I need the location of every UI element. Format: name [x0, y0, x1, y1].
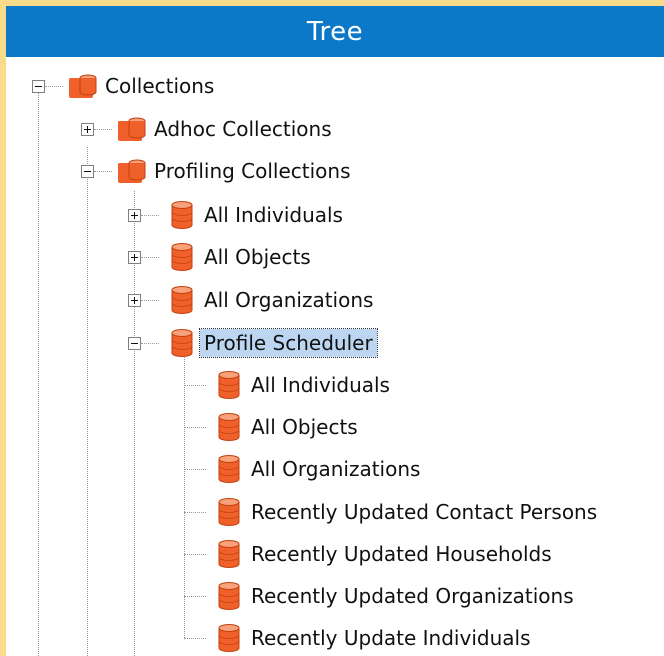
tree-node-all-individuals[interactable]: All Individuals [164, 198, 347, 232]
expand-toggle-all-organizations[interactable] [128, 294, 141, 307]
database-icon [164, 198, 200, 232]
tree-node-scheduler-all-organizations[interactable]: All Organizations [211, 452, 424, 486]
tree-connector [184, 638, 206, 639]
tree-node-collections[interactable]: Collections [65, 69, 218, 103]
tree-node-profiling-collections[interactable]: Profiling Collections [114, 154, 355, 188]
database-icon [211, 368, 247, 402]
database-icon [211, 537, 247, 571]
tree-node-label[interactable]: All Objects [247, 413, 362, 441]
tree-node-scheduler-all-objects[interactable]: All Objects [211, 410, 362, 444]
tree-connector [184, 385, 206, 386]
collapse-toggle-collections[interactable] [32, 80, 45, 93]
tree-node-profile-scheduler[interactable]: Profile Scheduler [164, 326, 378, 360]
tree-node-label[interactable]: Recently Update Individuals [247, 624, 534, 652]
folder-database-icon [114, 112, 150, 146]
tree-node-recently-updated-households[interactable]: Recently Updated Households [211, 537, 556, 571]
collapse-toggle-profiling-collections[interactable] [81, 165, 94, 178]
folder-database-icon [65, 69, 101, 103]
tree-connector [141, 257, 159, 258]
tree-node-all-objects[interactable]: All Objects [164, 240, 315, 274]
tree-node-label[interactable]: All Individuals [200, 201, 347, 229]
tree-node-adhoc-collections[interactable]: Adhoc Collections [114, 112, 336, 146]
expand-toggle-all-individuals[interactable] [128, 209, 141, 222]
tree-node-recently-updated-organizations[interactable]: Recently Updated Organizations [211, 579, 578, 613]
database-icon [164, 326, 200, 360]
database-icon [211, 410, 247, 444]
tree-connector [184, 427, 206, 428]
tree-node-all-organizations[interactable]: All Organizations [164, 283, 377, 317]
tree-node-label[interactable]: All Organizations [247, 455, 424, 483]
expand-toggle-all-objects[interactable] [128, 251, 141, 264]
database-icon [164, 240, 200, 274]
tree-node-label[interactable]: Profiling Collections [150, 157, 355, 185]
database-icon [211, 495, 247, 529]
tree-connector [141, 215, 159, 216]
tree-connector [184, 596, 206, 597]
tree-node-recently-updated-contact-persons[interactable]: Recently Updated Contact Persons [211, 495, 601, 529]
tree-node-label[interactable]: All Individuals [247, 371, 394, 399]
database-icon [164, 283, 200, 317]
tree-connector [141, 300, 159, 301]
database-icon [211, 621, 247, 655]
tree-connector [94, 171, 112, 172]
tree-connector [184, 512, 206, 513]
folder-database-icon [114, 154, 150, 188]
tree-connector [45, 86, 63, 87]
tree-node-label[interactable]: Recently Updated Organizations [247, 582, 578, 610]
tree-node-label[interactable]: All Organizations [200, 286, 377, 314]
tree-panel: Tree Collections Adhoc Collections Profi… [6, 6, 664, 656]
panel-title: Tree [6, 6, 664, 57]
tree-node-label[interactable]: Recently Updated Households [247, 540, 556, 568]
database-icon [211, 579, 247, 613]
tree-connector [94, 129, 112, 130]
database-icon [211, 452, 247, 486]
tree-node-label[interactable]: Collections [101, 72, 218, 100]
expand-toggle-adhoc-collections[interactable] [81, 123, 94, 136]
tree-view[interactable]: Collections Adhoc Collections Profiling … [6, 57, 664, 656]
tree-node-recently-update-individuals[interactable]: Recently Update Individuals [211, 621, 534, 655]
tree-connector [184, 554, 206, 555]
tree-connector [141, 343, 159, 344]
tree-node-label-selected[interactable]: Profile Scheduler [199, 328, 378, 358]
tree-node-scheduler-all-individuals[interactable]: All Individuals [211, 368, 394, 402]
tree-node-label[interactable]: Recently Updated Contact Persons [247, 498, 601, 526]
collapse-toggle-profile-scheduler[interactable] [128, 337, 141, 350]
tree-connector [38, 86, 39, 656]
tree-node-label[interactable]: Adhoc Collections [150, 115, 336, 143]
tree-connector [184, 469, 206, 470]
tree-node-label[interactable]: All Objects [200, 243, 315, 271]
tree-connector [87, 147, 88, 656]
